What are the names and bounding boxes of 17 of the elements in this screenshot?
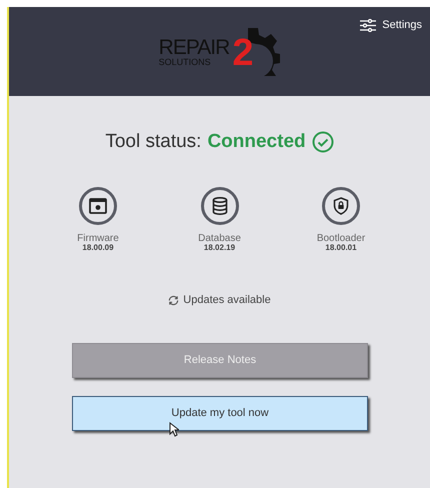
component-name: Firmware [77, 232, 119, 244]
sliders-icon [360, 18, 376, 32]
updates-status: Updates available [183, 293, 271, 308]
shield-lock-icon [333, 196, 349, 214]
status-label: Tool status: [105, 130, 202, 154]
component-version: 18.00.01 [325, 244, 357, 252]
settings-link[interactable]: Settings [360, 17, 422, 34]
refresh-icon [168, 295, 180, 306]
component-version: 18.02.19 [204, 244, 236, 252]
component-version: 18.00.09 [82, 244, 114, 252]
update-button[interactable]: Update my tool now [72, 396, 368, 431]
status-value: Connected [207, 130, 306, 154]
check-circle-icon [312, 131, 334, 154]
logo-numeral: 2 [232, 34, 254, 72]
component-name: Database [198, 232, 241, 244]
database-icon [212, 196, 228, 214]
component-name: Bootloader [316, 232, 366, 244]
